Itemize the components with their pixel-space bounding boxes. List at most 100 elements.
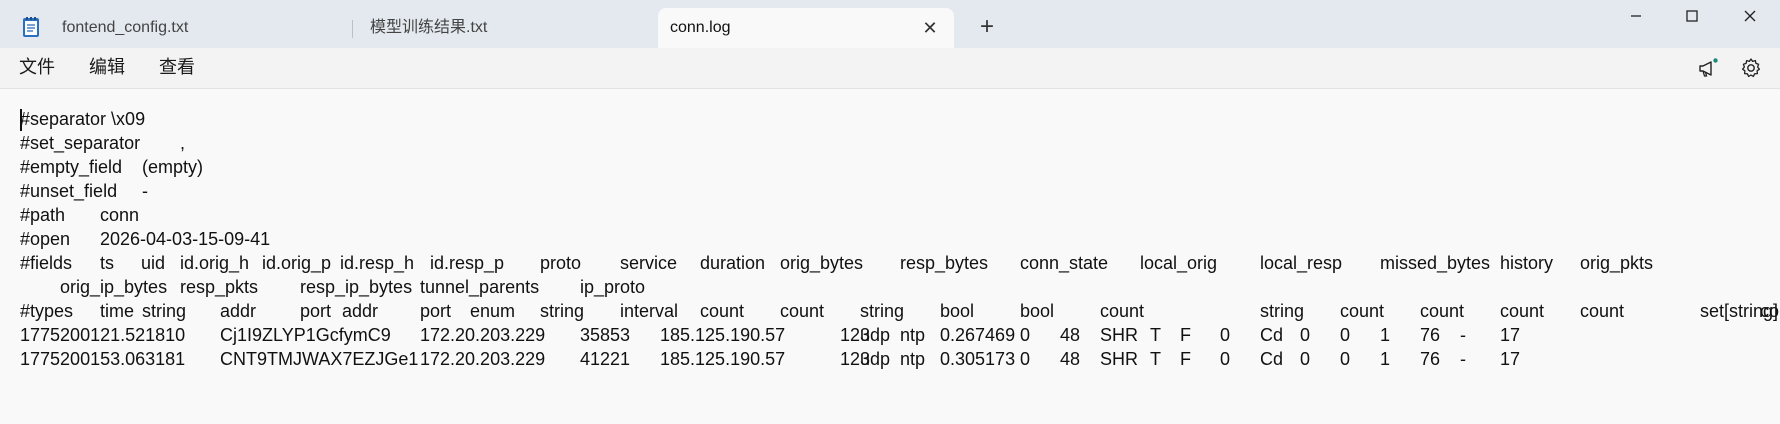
text-token: 0 — [1300, 349, 1311, 369]
text-token: - — [1460, 325, 1466, 345]
plus-icon[interactable]: + — [976, 15, 998, 39]
text-token: 0.267469 — [940, 325, 1016, 345]
text-token: 185.125.190.57 — [660, 349, 786, 369]
text-token: ts — [100, 253, 115, 273]
text-token: 48 — [1060, 349, 1081, 369]
text-token: history — [1500, 253, 1554, 273]
text-token: #fields — [20, 253, 73, 273]
text-token: #empty_field — [20, 157, 123, 177]
text-token: ntp — [900, 349, 926, 369]
minimize-icon[interactable] — [1606, 0, 1666, 32]
title-bar: fontend_config.txt 模型训练结果.txt conn.log ✕… — [0, 0, 1780, 48]
text-token: SHR — [1100, 349, 1139, 369]
text-token: interval — [620, 301, 679, 321]
text-token: bool — [940, 301, 975, 321]
text-line: orig_ip_bytes resp_pkts resp_ip_bytes tunne… — [0, 275, 1780, 299]
tab-label: conn.log — [670, 19, 731, 36]
text-token: string — [1260, 301, 1305, 321]
text-token: 2026-04-03-15-09-41 — [100, 229, 271, 249]
close-icon[interactable]: ✕ — [920, 8, 940, 48]
text-token: CNT9TMJWAX7EZJGe1 — [220, 349, 419, 369]
text-token: 0 — [1020, 325, 1031, 345]
text-token: local_resp — [1260, 253, 1343, 273]
tab-label: fontend_config.txt — [62, 19, 189, 36]
text-token: 172.20.203.229 — [420, 325, 546, 345]
text-token: count — [1760, 301, 1780, 321]
text-token: T — [1150, 349, 1161, 369]
text-line: 1775200121.521810 Cj1I9ZLYP1GcfymC9 172.20… — [0, 323, 1780, 347]
text-line: #empty_field (empty) — [0, 155, 1780, 179]
text-token: 0 — [1220, 349, 1231, 369]
text-token: T — [1150, 325, 1161, 345]
text-token: #types — [20, 301, 74, 321]
megaphone-icon[interactable] — [1696, 56, 1720, 80]
text-token: enum — [470, 301, 516, 321]
text-token: orig_pkts — [1580, 253, 1654, 273]
text-token: resp_pkts — [180, 277, 259, 297]
text-line: 1775200153.063181 CNT9TMJWAX7EZJGe1 172.20… — [0, 347, 1780, 371]
text-token: 41221 — [580, 349, 631, 369]
text-token: id.orig_p — [262, 253, 332, 273]
text-token: (empty) — [142, 157, 204, 177]
menu-file[interactable]: 文件 — [19, 48, 55, 88]
text-token: bool — [1020, 301, 1055, 321]
tab-label: 模型训练结果.txt — [370, 19, 488, 36]
text-line: #set_separator, — [0, 131, 1780, 155]
text-token: id.resp_h — [340, 253, 415, 273]
text-token: 35853 — [580, 325, 631, 345]
text-token: #set_separator — [20, 133, 141, 153]
text-token: conn_state — [1020, 253, 1109, 273]
text-line: #fields ts uid id.orig_h id.orig_p id.resp_h i… — [0, 251, 1780, 275]
text-token: 1 — [1380, 325, 1391, 345]
menu-bar: 文件 编辑 查看 — [0, 48, 1780, 89]
text-line: #open 2026-04-03-15-09-41 — [0, 227, 1780, 251]
tab-conn-log[interactable]: conn.log ✕ — [658, 8, 954, 48]
text-token: SHR — [1100, 325, 1139, 345]
text-token: proto — [540, 253, 582, 273]
tab-fontend-config[interactable]: fontend_config.txt — [52, 8, 352, 48]
tab-training-results[interactable]: 模型训练结果.txt — [360, 8, 660, 48]
text-token: , — [180, 133, 186, 153]
text-token: 0.305173 — [940, 349, 1016, 369]
gear-icon[interactable] — [1739, 56, 1763, 80]
notepad-icon — [23, 17, 39, 37]
text-token: 1775200153.063181 — [20, 349, 186, 369]
text-token: udp — [860, 325, 891, 345]
text-token: duration — [700, 253, 766, 273]
text-token: udp — [860, 349, 891, 369]
text-token: time — [100, 301, 135, 321]
maximize-icon[interactable] — [1662, 0, 1722, 32]
text-token: count — [1580, 301, 1625, 321]
text-token: count — [1340, 301, 1385, 321]
text-token: F — [1180, 349, 1191, 369]
text-token: ntp — [900, 325, 926, 345]
text-token: resp_ip_bytes — [300, 277, 413, 297]
text-token: orig_ip_bytes — [60, 277, 168, 297]
text-line: #separator \x09 — [0, 107, 1780, 131]
text-token: 48 — [1060, 325, 1081, 345]
text-token: count — [1500, 301, 1545, 321]
tab-divider — [352, 20, 353, 38]
text-token: 0 — [1340, 325, 1351, 345]
text-token: 0 — [1340, 349, 1351, 369]
menu-view[interactable]: 查看 — [159, 48, 195, 88]
menu-edit[interactable]: 编辑 — [89, 48, 125, 88]
text-token: addr — [220, 301, 257, 321]
text-token: #unset_field — [20, 181, 118, 201]
text-token: service — [620, 253, 678, 273]
text-token: count — [1420, 301, 1465, 321]
text-token: conn — [100, 205, 140, 225]
close-window-icon[interactable] — [1720, 0, 1780, 32]
text-token: local_orig — [1140, 253, 1218, 273]
text-token: ip_proto — [580, 277, 646, 297]
text-line: #types time string addr port addr port enum stri… — [0, 299, 1780, 323]
text-token: 17 — [1500, 349, 1521, 369]
text-token: 172.20.203.229 — [420, 349, 546, 369]
text-token: 76 — [1420, 325, 1441, 345]
text-token: orig_bytes — [780, 253, 864, 273]
text-editor[interactable]: #separator \x09 #set_separator, #empty_fie… — [0, 89, 1780, 424]
text-token: Cd — [1260, 325, 1284, 345]
text-token: 76 — [1420, 349, 1441, 369]
text-token: string — [142, 301, 187, 321]
text-token: addr — [342, 301, 379, 321]
